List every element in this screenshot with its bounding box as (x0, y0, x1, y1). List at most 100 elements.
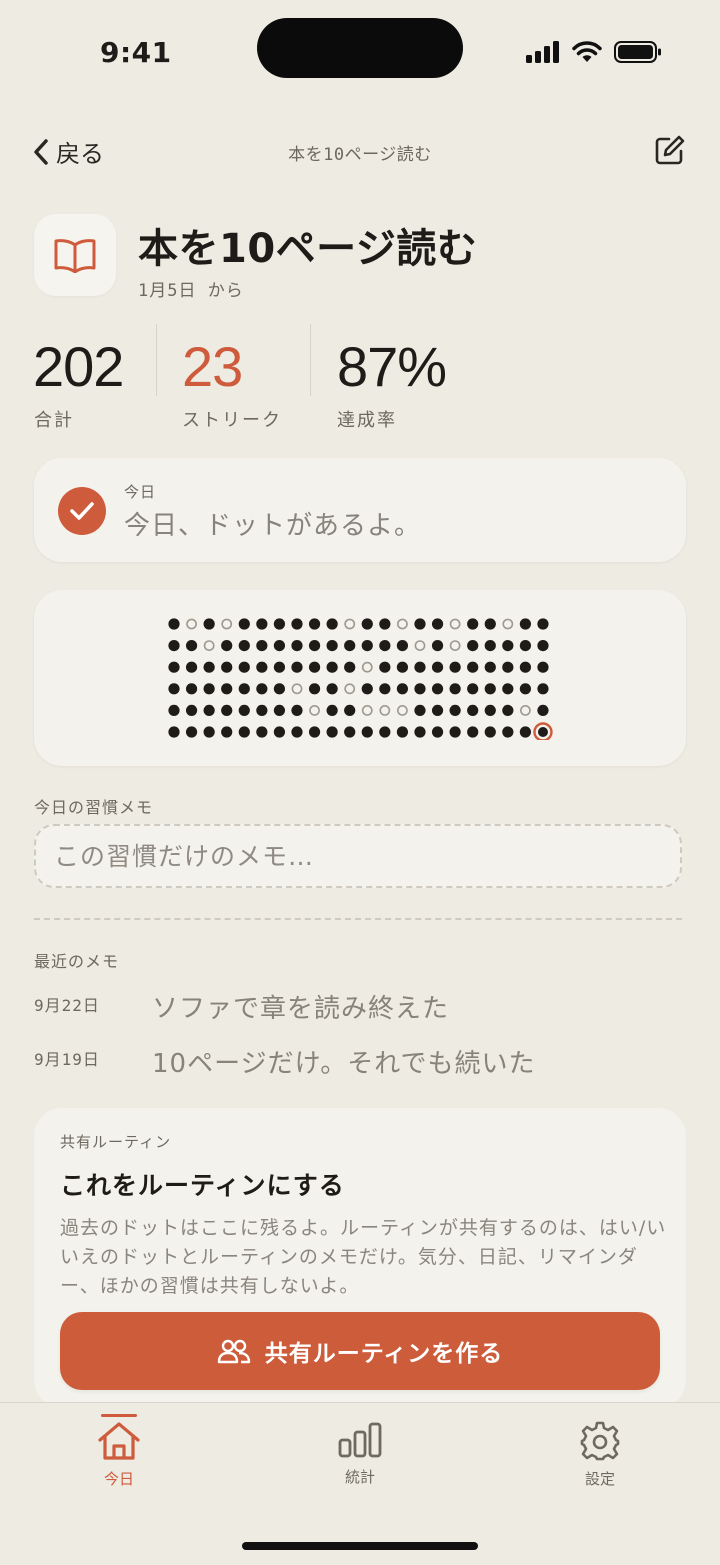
dot-done (414, 618, 426, 630)
dot-done (221, 704, 233, 716)
dot-done (168, 683, 180, 695)
home-indicator (242, 1542, 478, 1550)
dot-done (449, 704, 461, 716)
dot-missed (379, 705, 391, 716)
dot-missed (361, 661, 373, 673)
stat-total-label: 合計 (34, 410, 74, 431)
dot-done (379, 640, 391, 652)
dot-missed (519, 705, 531, 716)
dot-done (379, 661, 391, 673)
dot-done (273, 683, 286, 695)
dot-done (344, 640, 356, 652)
dot-done (414, 661, 426, 673)
dot-done (467, 640, 479, 652)
dot-missed (449, 640, 461, 651)
dot-done (326, 704, 338, 716)
battery-icon (614, 41, 661, 63)
dot-done (519, 661, 531, 673)
dot-missed (414, 640, 426, 651)
dot-done (238, 726, 250, 738)
dot-done (256, 618, 268, 630)
book-icon (54, 239, 96, 273)
habit-icon-tile (34, 214, 116, 296)
dot-done (273, 704, 286, 716)
habit-since: 1月5日 から (138, 281, 244, 301)
dot-done (519, 683, 531, 695)
dot-done (431, 683, 444, 695)
dot-done (308, 726, 321, 738)
today-check-button[interactable] (58, 487, 106, 535)
dot-done (326, 683, 338, 695)
wifi-icon (572, 41, 602, 62)
dot-done (168, 726, 180, 738)
stat-total-value: 202 (33, 335, 124, 398)
dot-done (431, 726, 444, 738)
dot-done (273, 618, 286, 630)
dot-missed (186, 618, 197, 630)
dot-missed (397, 618, 408, 630)
dot-done (221, 640, 233, 652)
dot-today (537, 727, 548, 737)
dot-done (185, 726, 198, 738)
people-icon (217, 1339, 250, 1364)
dot-done (168, 704, 180, 716)
dot-done (519, 640, 531, 652)
dot-done (537, 640, 549, 652)
dot-done (379, 726, 391, 738)
dot-done (256, 661, 268, 673)
dot-missed (291, 683, 303, 695)
dot-done (379, 618, 391, 630)
dot-done (519, 618, 531, 630)
tab-settings[interactable]: 設定 (540, 1420, 660, 1489)
active-tab-indicator (101, 1414, 137, 1417)
recent-item-date: 9月22日 (34, 996, 100, 1015)
dot-done (484, 726, 496, 738)
memo-input[interactable] (34, 824, 682, 888)
routine-small-label: 共有ルーティン (60, 1133, 172, 1151)
dot-done (221, 661, 233, 673)
status-icons (526, 40, 662, 64)
dot-done (291, 618, 303, 630)
dot-done (431, 661, 444, 673)
dot-done (326, 661, 338, 673)
dot-done (203, 704, 215, 716)
memo-label: 今日の習慣メモ (34, 798, 154, 817)
tab-stats[interactable]: 統計 (300, 1420, 420, 1487)
dot-done (484, 661, 496, 673)
dot-done (256, 640, 268, 652)
dot-done (344, 704, 356, 716)
dot-grid (168, 618, 553, 740)
dot-missed (344, 683, 356, 695)
dot-done (273, 726, 286, 738)
stat-divider (310, 324, 311, 396)
dot-done (449, 683, 461, 695)
tab-today[interactable]: 今日 (59, 1420, 179, 1489)
dot-done (168, 640, 180, 652)
dot-done (256, 704, 268, 716)
recent-item-text: 10ページだけ。それでも続いた (152, 1049, 536, 1079)
routine-description: 過去のドットはここに残るよ。ルーティンが共有するのは、はい/いいえのドットとルー… (60, 1217, 667, 1297)
dot-done (449, 661, 461, 673)
dot-done (537, 683, 549, 695)
dot-done (414, 704, 426, 716)
dot-missed (502, 618, 514, 630)
dot-done (256, 726, 268, 738)
dot-done (344, 726, 356, 738)
dot-done (291, 704, 303, 716)
dot-done (238, 661, 250, 673)
dot-done (291, 661, 303, 673)
dot-done (203, 683, 215, 695)
dot-done (431, 640, 444, 652)
dot-done (185, 704, 198, 716)
dot-missed (397, 705, 408, 716)
dot-done (502, 704, 514, 716)
dot-done (291, 640, 303, 652)
edit-button[interactable] (654, 134, 686, 170)
dynamic-island (257, 18, 463, 78)
dot-done (467, 661, 479, 673)
recent-item-date: 9月19日 (34, 1050, 100, 1069)
create-routine-button[interactable]: 共有ルーティンを作る (60, 1312, 660, 1390)
dot-done (308, 683, 321, 695)
dot-done (467, 726, 479, 738)
dot-missed (449, 618, 461, 630)
